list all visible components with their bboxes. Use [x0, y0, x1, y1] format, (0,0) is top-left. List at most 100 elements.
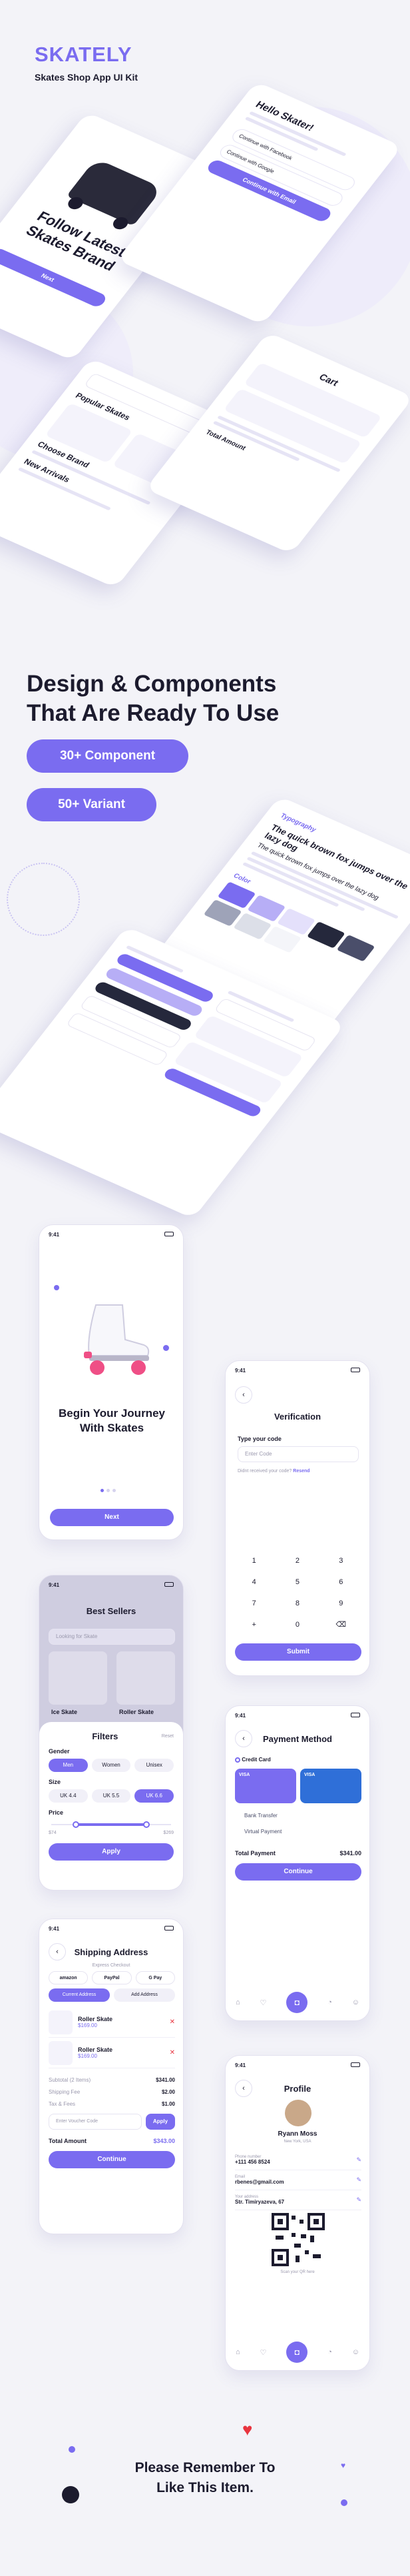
status-time: 9:41 [235, 2062, 246, 2068]
filters-sheet: Filters Reset Gender Men Women Unisex Size… [39, 1722, 183, 1890]
cart-item-name: Roller Skate [78, 2046, 113, 2053]
keypad-key[interactable]: 3 [319, 1550, 363, 1571]
product-thumbnail [49, 2010, 73, 2034]
resend-link[interactable]: Resend [293, 1469, 309, 1474]
profile-field-content: Your address Str. Timiryazeva, 67 [235, 2195, 284, 2205]
avatar [285, 2100, 311, 2126]
keypad-key[interactable]: 5 [276, 1571, 319, 1593]
price-min: $74 [49, 1831, 57, 1835]
trash-icon[interactable]: ✕ [170, 2018, 175, 2026]
method-credit-card[interactable]: Credit Card [235, 1757, 361, 1763]
battery-icon [351, 2062, 360, 2067]
edit-icon[interactable]: ✎ [356, 2156, 361, 2164]
back-button[interactable]: ‹ [235, 1386, 252, 1404]
submit-button[interactable]: Submit [235, 1643, 361, 1661]
price-slider[interactable] [51, 1821, 171, 1828]
profile-field-value: rbenes@gmail.com [235, 2179, 284, 2185]
method-bank-transfer[interactable]: Bank Transfer [244, 1813, 278, 1819]
decor-dot [69, 2446, 75, 2453]
product-thumbnail [49, 2040, 73, 2065]
numeric-keypad: 1 2 3 4 5 6 7 8 9 + 0 ⌫ [232, 1550, 364, 1635]
express-pay-button[interactable]: amazon [49, 1971, 89, 1984]
voucher-apply-button[interactable]: Apply [146, 2114, 175, 2130]
gender-option[interactable]: Unisex [134, 1759, 174, 1772]
express-pay-options: amazon PayPal G Pay [49, 1971, 175, 1984]
size-option[interactable]: UK 4.4 [49, 1789, 88, 1803]
brand-subtitle: Skates Shop App UI Kit [35, 72, 138, 83]
bell-icon[interactable]: ◔ [327, 2348, 332, 2356]
summary-row: Shipping Fee $2.00 [49, 2086, 175, 2098]
verification-title: Verification [274, 1412, 321, 1422]
keypad-key[interactable]: 8 [276, 1593, 319, 1614]
profile-field-value: +111 456 8524 [235, 2159, 270, 2165]
address-tab[interactable]: Add Address [114, 1988, 175, 2002]
visa-card[interactable]: VISA [235, 1769, 296, 1803]
bag-icon[interactable]: ◘ [286, 2342, 308, 2363]
express-pay-button[interactable]: G Pay [135, 1971, 175, 1984]
visa-card[interactable]: VISA [300, 1769, 361, 1803]
onboarding-title: Begin Your Journey With Skates [59, 1407, 165, 1434]
keypad-key[interactable]: 7 [232, 1593, 276, 1614]
keypad-key[interactable]: 0 [276, 1614, 319, 1635]
bell-icon[interactable]: ◔ [327, 1998, 332, 2006]
profile-field-content: Email rbenes@gmail.com [235, 2175, 284, 2185]
edit-icon[interactable]: ✎ [356, 2196, 361, 2204]
slider-handle-min[interactable] [73, 1821, 80, 1828]
keypad-key[interactable]: 4 [232, 1571, 276, 1593]
total-value: $341.00 [339, 1850, 361, 1857]
continue-button[interactable]: Continue [235, 1863, 361, 1881]
gender-option[interactable]: Men [49, 1759, 88, 1772]
cart-item-info: Roller Skate $169.00 [78, 2046, 164, 2059]
search-input[interactable]: Looking for Skate [49, 1629, 175, 1645]
trash-icon[interactable]: ✕ [170, 2049, 175, 2056]
cart-item-price: $169.00 [78, 2053, 97, 2059]
screen-payment: 9:41 ‹ Payment Method Credit Card VISA V… [225, 1705, 370, 2021]
summary-row: Subtotal (2 Items) $341.00 [49, 2074, 175, 2086]
size-option[interactable]: UK 6.6 [134, 1789, 174, 1803]
resend-hint: Didnt received your code? Resend [238, 1469, 310, 1474]
total-amount-value: $343.00 [153, 2138, 175, 2144]
method-virtual-payment[interactable]: Virtual Payment [244, 1829, 282, 1835]
shipping-title: Shipping Address [74, 1947, 148, 1957]
slider-handle-max[interactable] [142, 1821, 150, 1828]
size-options: UK 4.4 UK 5.5 UK 6.6 [49, 1789, 174, 1803]
voucher-input[interactable]: Enter Voucher Code [49, 2114, 142, 2130]
keypad-key[interactable]: 2 [276, 1550, 319, 1571]
home-icon[interactable]: ⌂ [236, 2348, 240, 2356]
total-amount-label: Total Amount [49, 2138, 87, 2144]
gender-label: Gender [49, 1748, 70, 1755]
continue-button[interactable]: Continue [49, 2151, 175, 2168]
keypad-key[interactable]: ⌫ [319, 1614, 363, 1635]
decor-dot [163, 1345, 169, 1351]
keypad-key[interactable]: 6 [319, 1571, 363, 1593]
profile-name: Ryann Moss [278, 2130, 317, 2138]
apply-button[interactable]: Apply [49, 1843, 174, 1861]
summary-label: Shipping Fee [49, 2088, 81, 2095]
user-icon[interactable]: ☺ [352, 1998, 359, 2006]
address-tab[interactable]: Current Address [49, 1988, 110, 2002]
radio-icon [235, 1757, 240, 1763]
decor-dotted-circle [7, 863, 80, 936]
gender-option[interactable]: Women [91, 1759, 131, 1772]
product-name-roller-skate: Roller Skate [119, 1709, 154, 1715]
profile-fields: Phone number +111 456 8524 ✎ Email rbenes@gm… [235, 2150, 361, 2210]
keypad-key[interactable]: + [232, 1614, 276, 1635]
reset-link[interactable]: Reset [162, 1734, 174, 1739]
keypad-key[interactable]: 1 [232, 1550, 276, 1571]
payment-title: Payment Method [262, 1734, 332, 1744]
hero-line-1: Design & Components [27, 671, 277, 697]
heart-icon[interactable]: ♡ [260, 2348, 267, 2357]
size-option[interactable]: UK 5.5 [91, 1789, 131, 1803]
heart-icon[interactable]: ♡ [260, 1998, 267, 2007]
bag-icon[interactable]: ◘ [286, 1992, 308, 2013]
user-icon[interactable]: ☺ [352, 2348, 359, 2356]
keypad-key[interactable]: 9 [319, 1593, 363, 1614]
status-time: 9:41 [49, 1582, 60, 1588]
home-icon[interactable]: ⌂ [236, 1998, 240, 2006]
cart-items: Roller Skate $169.00 ✕ Roller Skate $169.00 ✕ [49, 2007, 175, 2068]
qr-code [272, 2213, 325, 2266]
edit-icon[interactable]: ✎ [356, 2176, 361, 2184]
express-pay-button[interactable]: PayPal [92, 1971, 132, 1984]
code-input[interactable]: Enter Code [238, 1446, 359, 1462]
next-button[interactable]: Next [50, 1509, 174, 1526]
